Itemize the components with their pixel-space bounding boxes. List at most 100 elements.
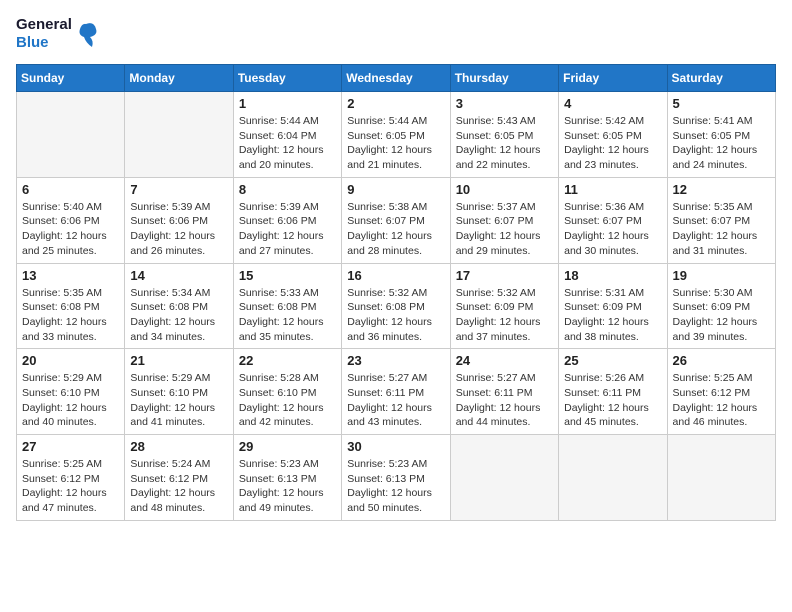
calendar-cell: 28 Sunrise: 5:24 AMSunset: 6:12 PMDayligh… xyxy=(125,435,233,521)
day-info: Sunrise: 5:29 AMSunset: 6:10 PMDaylight:… xyxy=(130,371,227,430)
day-number: 21 xyxy=(130,353,227,368)
day-number: 26 xyxy=(673,353,770,368)
calendar-cell xyxy=(125,92,233,178)
day-info: Sunrise: 5:42 AMSunset: 6:05 PMDaylight:… xyxy=(564,114,661,173)
page-header: GeneralBlue xyxy=(16,16,776,52)
day-number: 28 xyxy=(130,439,227,454)
day-info: Sunrise: 5:27 AMSunset: 6:11 PMDaylight:… xyxy=(347,371,444,430)
day-number: 30 xyxy=(347,439,444,454)
day-number: 10 xyxy=(456,182,553,197)
calendar-cell xyxy=(667,435,775,521)
calendar-cell: 29 Sunrise: 5:23 AMSunset: 6:13 PMDayligh… xyxy=(233,435,341,521)
day-number: 1 xyxy=(239,96,336,111)
day-info: Sunrise: 5:23 AMSunset: 6:13 PMDaylight:… xyxy=(347,457,444,516)
day-info: Sunrise: 5:26 AMSunset: 6:11 PMDaylight:… xyxy=(564,371,661,430)
day-info: Sunrise: 5:32 AMSunset: 6:09 PMDaylight:… xyxy=(456,286,553,345)
calendar-cell xyxy=(450,435,558,521)
day-number: 18 xyxy=(564,268,661,283)
calendar-cell: 21 Sunrise: 5:29 AMSunset: 6:10 PMDayligh… xyxy=(125,349,233,435)
week-row: 20Sunrise: 5:29 AMSunset: 6:10 PMDayligh… xyxy=(17,349,776,435)
logo-bird-icon xyxy=(76,19,98,49)
calendar-cell: 6 Sunrise: 5:40 AMSunset: 6:06 PMDaylight… xyxy=(17,177,125,263)
calendar-cell: 26 Sunrise: 5:25 AMSunset: 6:12 PMDayligh… xyxy=(667,349,775,435)
calendar-cell: 19 Sunrise: 5:30 AMSunset: 6:09 PMDayligh… xyxy=(667,263,775,349)
calendar-cell: 27Sunrise: 5:25 AMSunset: 6:12 PMDayligh… xyxy=(17,435,125,521)
week-row: 13 Sunrise: 5:35 AMSunset: 6:08 PMDayligh… xyxy=(17,263,776,349)
calendar-cell: 22 Sunrise: 5:28 AMSunset: 6:10 PMDayligh… xyxy=(233,349,341,435)
weekday-header-cell: Monday xyxy=(125,65,233,92)
day-number: 4 xyxy=(564,96,661,111)
weekday-header-cell: Thursday xyxy=(450,65,558,92)
calendar-body: 1 Sunrise: 5:44 AMSunset: 6:04 PMDaylight… xyxy=(17,92,776,521)
day-info: Sunrise: 5:44 AMSunset: 6:04 PMDaylight:… xyxy=(239,114,336,173)
weekday-header-cell: Wednesday xyxy=(342,65,450,92)
calendar-cell: 4 Sunrise: 5:42 AMSunset: 6:05 PMDaylight… xyxy=(559,92,667,178)
weekday-header-row: SundayMondayTuesdayWednesdayThursdayFrid… xyxy=(17,65,776,92)
day-info: Sunrise: 5:34 AMSunset: 6:08 PMDaylight:… xyxy=(130,286,227,345)
day-number: 7 xyxy=(130,182,227,197)
day-number: 13 xyxy=(22,268,119,283)
calendar-cell: 7 Sunrise: 5:39 AMSunset: 6:06 PMDaylight… xyxy=(125,177,233,263)
day-info: Sunrise: 5:39 AMSunset: 6:06 PMDaylight:… xyxy=(130,200,227,259)
day-number: 15 xyxy=(239,268,336,283)
day-number: 3 xyxy=(456,96,553,111)
day-number: 17 xyxy=(456,268,553,283)
day-info: Sunrise: 5:35 AMSunset: 6:07 PMDaylight:… xyxy=(673,200,770,259)
day-info: Sunrise: 5:25 AMSunset: 6:12 PMDaylight:… xyxy=(673,371,770,430)
day-number: 2 xyxy=(347,96,444,111)
day-number: 9 xyxy=(347,182,444,197)
calendar-cell: 20Sunrise: 5:29 AMSunset: 6:10 PMDayligh… xyxy=(17,349,125,435)
calendar-cell: 13 Sunrise: 5:35 AMSunset: 6:08 PMDayligh… xyxy=(17,263,125,349)
day-info: Sunrise: 5:27 AMSunset: 6:11 PMDaylight:… xyxy=(456,371,553,430)
day-info: Sunrise: 5:43 AMSunset: 6:05 PMDaylight:… xyxy=(456,114,553,173)
day-number: 6 xyxy=(22,182,119,197)
day-info: Sunrise: 5:29 AMSunset: 6:10 PMDaylight:… xyxy=(22,371,119,430)
weekday-header-cell: Friday xyxy=(559,65,667,92)
day-info: Sunrise: 5:39 AMSunset: 6:06 PMDaylight:… xyxy=(239,200,336,259)
calendar-cell: 12Sunrise: 5:35 AMSunset: 6:07 PMDayligh… xyxy=(667,177,775,263)
week-row: 27Sunrise: 5:25 AMSunset: 6:12 PMDayligh… xyxy=(17,435,776,521)
calendar-cell: 17 Sunrise: 5:32 AMSunset: 6:09 PMDayligh… xyxy=(450,263,558,349)
day-number: 19 xyxy=(673,268,770,283)
calendar-cell: 1 Sunrise: 5:44 AMSunset: 6:04 PMDaylight… xyxy=(233,92,341,178)
day-number: 16 xyxy=(347,268,444,283)
day-number: 23 xyxy=(347,353,444,368)
day-number: 14 xyxy=(130,268,227,283)
calendar-cell: 23 Sunrise: 5:27 AMSunset: 6:11 PMDayligh… xyxy=(342,349,450,435)
week-row: 6 Sunrise: 5:40 AMSunset: 6:06 PMDaylight… xyxy=(17,177,776,263)
calendar-cell: 14 Sunrise: 5:34 AMSunset: 6:08 PMDayligh… xyxy=(125,263,233,349)
day-info: Sunrise: 5:35 AMSunset: 6:08 PMDaylight:… xyxy=(22,286,119,345)
calendar-cell: 15 Sunrise: 5:33 AMSunset: 6:08 PMDayligh… xyxy=(233,263,341,349)
day-number: 5 xyxy=(673,96,770,111)
calendar-cell: 16 Sunrise: 5:32 AMSunset: 6:08 PMDayligh… xyxy=(342,263,450,349)
day-number: 25 xyxy=(564,353,661,368)
calendar-cell: 11 Sunrise: 5:36 AMSunset: 6:07 PMDayligh… xyxy=(559,177,667,263)
day-number: 29 xyxy=(239,439,336,454)
calendar-table: SundayMondayTuesdayWednesdayThursdayFrid… xyxy=(16,64,776,521)
day-number: 22 xyxy=(239,353,336,368)
day-info: Sunrise: 5:28 AMSunset: 6:10 PMDaylight:… xyxy=(239,371,336,430)
day-info: Sunrise: 5:32 AMSunset: 6:08 PMDaylight:… xyxy=(347,286,444,345)
day-number: 11 xyxy=(564,182,661,197)
day-info: Sunrise: 5:36 AMSunset: 6:07 PMDaylight:… xyxy=(564,200,661,259)
day-info: Sunrise: 5:30 AMSunset: 6:09 PMDaylight:… xyxy=(673,286,770,345)
day-info: Sunrise: 5:33 AMSunset: 6:08 PMDaylight:… xyxy=(239,286,336,345)
day-info: Sunrise: 5:41 AMSunset: 6:05 PMDaylight:… xyxy=(673,114,770,173)
day-info: Sunrise: 5:24 AMSunset: 6:12 PMDaylight:… xyxy=(130,457,227,516)
logo-text: GeneralBlue xyxy=(16,16,72,52)
day-number: 8 xyxy=(239,182,336,197)
day-info: Sunrise: 5:23 AMSunset: 6:13 PMDaylight:… xyxy=(239,457,336,516)
day-info: Sunrise: 5:31 AMSunset: 6:09 PMDaylight:… xyxy=(564,286,661,345)
week-row: 1 Sunrise: 5:44 AMSunset: 6:04 PMDaylight… xyxy=(17,92,776,178)
calendar-cell: 2 Sunrise: 5:44 AMSunset: 6:05 PMDaylight… xyxy=(342,92,450,178)
day-info: Sunrise: 5:37 AMSunset: 6:07 PMDaylight:… xyxy=(456,200,553,259)
day-info: Sunrise: 5:38 AMSunset: 6:07 PMDaylight:… xyxy=(347,200,444,259)
day-info: Sunrise: 5:40 AMSunset: 6:06 PMDaylight:… xyxy=(22,200,119,259)
day-number: 27 xyxy=(22,439,119,454)
calendar-cell: 18 Sunrise: 5:31 AMSunset: 6:09 PMDayligh… xyxy=(559,263,667,349)
weekday-header-cell: Tuesday xyxy=(233,65,341,92)
calendar-cell: 3 Sunrise: 5:43 AMSunset: 6:05 PMDaylight… xyxy=(450,92,558,178)
day-info: Sunrise: 5:44 AMSunset: 6:05 PMDaylight:… xyxy=(347,114,444,173)
logo: GeneralBlue xyxy=(16,16,98,52)
calendar-cell: 8 Sunrise: 5:39 AMSunset: 6:06 PMDaylight… xyxy=(233,177,341,263)
